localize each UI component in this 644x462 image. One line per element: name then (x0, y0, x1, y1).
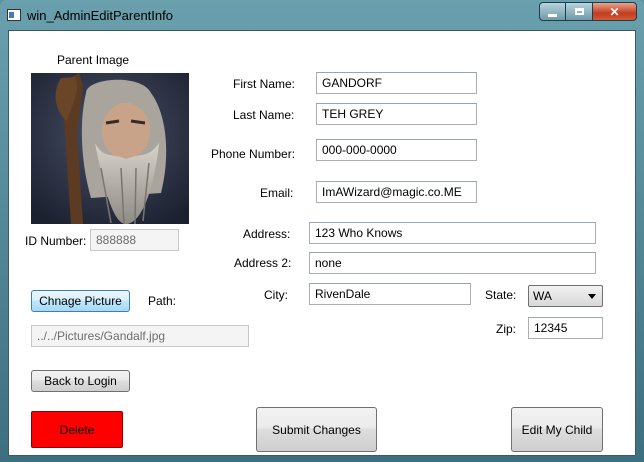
parent-image-caption: Parent Image (57, 53, 130, 67)
address2-field[interactable]: none (309, 252, 596, 274)
zip-label: Zip: (496, 322, 517, 336)
state-select[interactable]: WA (528, 285, 603, 307)
change-picture-button[interactable]: Chnage Picture (31, 290, 130, 312)
edit-my-child-button[interactable]: Edit My Child (511, 407, 603, 452)
city-label: City: (264, 288, 288, 302)
zip-field[interactable]: 12345 (528, 317, 603, 339)
parent-photo (31, 73, 189, 224)
state-select-value: WA (533, 289, 552, 303)
address-label: Address: (243, 227, 291, 241)
chevron-down-icon (588, 294, 596, 299)
caption-buttons: ✕ (539, 2, 637, 21)
last-name-label: Last Name: (233, 108, 295, 122)
first-name-label: First Name: (233, 77, 296, 91)
first-name-field[interactable]: GANDORF (316, 72, 477, 94)
close-icon: ✕ (609, 4, 620, 19)
address2-label: Address 2: (234, 256, 292, 270)
minimize-button[interactable] (539, 2, 566, 21)
id-number-field[interactable]: 888888 (90, 229, 179, 251)
maximize-button[interactable] (566, 2, 593, 21)
address-field[interactable]: 123 Who Knows (309, 222, 596, 244)
city-field[interactable]: RivenDale (309, 283, 471, 305)
parent-portrait-image (31, 73, 189, 224)
id-number-label: ID Number: (25, 234, 87, 248)
state-label: State: (485, 288, 517, 302)
email-label: Email: (260, 186, 294, 200)
window-icon[interactable] (7, 9, 21, 21)
close-button[interactable]: ✕ (593, 2, 637, 21)
title-bar[interactable]: win_AdminEditParentInfo ✕ (0, 0, 644, 30)
back-to-login-button[interactable]: Back to Login (31, 370, 130, 392)
window-client-area: Parent Image ID Number: 888888 First Nam… (8, 30, 636, 456)
submit-changes-button[interactable]: Submit Changes (256, 407, 377, 452)
minimize-icon (548, 14, 557, 17)
last-name-field[interactable]: TEH GREY (316, 103, 477, 125)
picture-path-field[interactable]: ../../Pictures/Gandalf.jpg (31, 325, 249, 347)
phone-number-field[interactable]: 000-000-0000 (316, 139, 477, 161)
maximize-icon (574, 8, 584, 15)
app-window: win_AdminEditParentInfo ✕ Parent Image I… (0, 0, 644, 462)
path-label: Path: (148, 294, 177, 308)
phone-number-label: Phone Number: (211, 147, 296, 161)
delete-button[interactable]: Delete (31, 411, 123, 448)
email-field[interactable]: ImAWizard@magic.co.ME (316, 181, 477, 203)
window-title: win_AdminEditParentInfo (27, 8, 173, 23)
